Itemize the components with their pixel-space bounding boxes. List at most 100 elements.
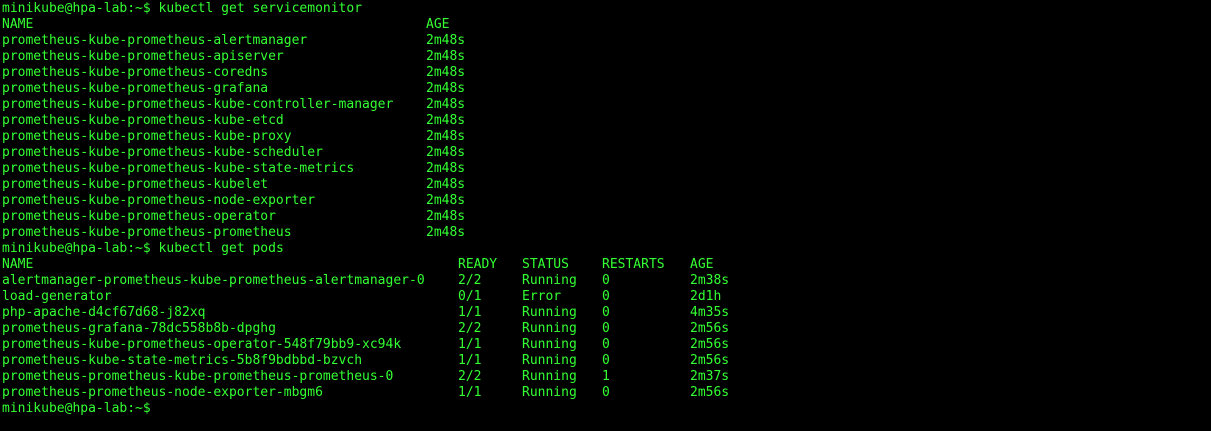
pod-restarts: 0	[602, 273, 610, 288]
servicemonitor-row: prometheus-kube-prometheus-grafana 2m48s	[2, 81, 1211, 97]
pod-age: 2m37s	[690, 369, 730, 384]
pod-name: alertmanager-prometheus-kube-prometheus-…	[2, 273, 425, 288]
pod-name: prometheus-kube-state-metrics-5b8f9bdbbd…	[2, 353, 363, 368]
servicemonitor-name: prometheus-kube-prometheus-kube-state-me…	[2, 161, 355, 176]
servicemonitor-age: 2m48s	[426, 49, 466, 64]
column-header-restarts: RESTARTS	[602, 257, 665, 272]
pod-name: prometheus-kube-prometheus-operator-548f…	[2, 337, 402, 352]
servicemonitor-row: prometheus-kube-prometheus-kube-controll…	[2, 97, 1211, 113]
pod-age: 2d1h	[690, 289, 722, 304]
command-text: kubectl get pods	[158, 241, 284, 256]
servicemonitor-row: prometheus-kube-prometheus-alertmanager 2…	[2, 33, 1211, 49]
servicemonitor-row: prometheus-kube-prometheus-operator 2m48s	[2, 209, 1211, 225]
pod-row: load-generator 0/1 Error 0 2d1h	[2, 289, 1211, 305]
column-header-name: NAME	[2, 257, 34, 272]
servicemonitor-age: 2m48s	[426, 193, 466, 208]
pod-status: Running	[522, 369, 577, 384]
terminal-window[interactable]: minikube@hpa-lab:~$ kubectl get servicem…	[0, 0, 1211, 431]
shell-prompt: minikube@hpa-lab:~$	[2, 401, 151, 416]
command-line-servicemonitor: minikube@hpa-lab:~$ kubectl get servicem…	[2, 1, 1211, 17]
pod-restarts: 0	[602, 289, 610, 304]
pod-name: load-generator	[2, 289, 112, 304]
servicemonitor-row: prometheus-kube-prometheus-kube-proxy 2m4…	[2, 129, 1211, 145]
servicemonitor-name: prometheus-kube-prometheus-alertmanager	[2, 33, 308, 48]
servicemonitor-age: 2m48s	[426, 33, 466, 48]
servicemonitor-name: prometheus-kube-prometheus-kube-proxy	[2, 129, 292, 144]
column-header-status: STATUS	[522, 257, 569, 272]
column-header-ready: READY	[458, 257, 498, 272]
pod-row: prometheus-grafana-78dc558b8b-dpghg 2/2 Ru…	[2, 321, 1211, 337]
servicemonitor-age: 2m48s	[426, 145, 466, 160]
servicemonitor-age: 2m48s	[426, 65, 466, 80]
pod-restarts: 1	[602, 369, 610, 384]
pod-status: Running	[522, 353, 577, 368]
column-header-age: AGE	[690, 257, 714, 272]
servicemonitor-name: prometheus-kube-prometheus-kubelet	[2, 177, 269, 192]
servicemonitor-name: prometheus-kube-prometheus-node-exporter	[2, 193, 316, 208]
pod-restarts: 0	[602, 305, 610, 320]
pod-restarts: 0	[602, 321, 610, 336]
column-header-name: NAME	[2, 17, 34, 32]
pod-ready: 1/1	[458, 353, 482, 368]
servicemonitor-row: prometheus-kube-prometheus-node-exporter…	[2, 193, 1211, 209]
pod-status: Running	[522, 337, 577, 352]
command-line-pods: minikube@hpa-lab:~$ kubectl get pods	[2, 241, 1211, 257]
pod-status: Running	[522, 305, 577, 320]
pods-header-row: NAME READY STATUS RESTARTS AGE	[2, 257, 1211, 273]
servicemonitor-name: prometheus-kube-prometheus-kube-schedule…	[2, 145, 323, 160]
servicemonitor-name: prometheus-kube-prometheus-apiserver	[2, 49, 284, 64]
command-text: kubectl get servicemonitor	[158, 1, 363, 16]
pod-status: Error	[522, 289, 562, 304]
servicemonitor-age: 2m48s	[426, 225, 466, 240]
pod-status: Running	[522, 321, 577, 336]
pod-status: Running	[522, 385, 577, 400]
pod-age: 2m56s	[690, 353, 730, 368]
column-header-age: AGE	[426, 17, 450, 32]
pod-name: prometheus-prometheus-node-exporter-mbgm…	[2, 385, 323, 400]
servicemonitor-row: prometheus-kube-prometheus-kube-schedule…	[2, 145, 1211, 161]
command-line-current[interactable]: minikube@hpa-lab:~$	[2, 401, 1211, 417]
pod-restarts: 0	[602, 385, 610, 400]
servicemonitor-age: 2m48s	[426, 81, 466, 96]
pod-age: 2m38s	[690, 273, 730, 288]
servicemonitor-age: 2m48s	[426, 97, 466, 112]
servicemonitor-name: prometheus-kube-prometheus-operator	[2, 209, 276, 224]
pod-status: Running	[522, 273, 577, 288]
servicemonitor-name: prometheus-kube-prometheus-grafana	[2, 81, 269, 96]
pod-row: alertmanager-prometheus-kube-prometheus-…	[2, 273, 1211, 289]
pod-ready: 2/2	[458, 369, 482, 384]
pod-ready: 2/2	[458, 273, 482, 288]
pod-row: prometheus-prometheus-node-exporter-mbgm…	[2, 385, 1211, 401]
servicemonitor-name: prometheus-kube-prometheus-kube-etcd	[2, 113, 284, 128]
pod-row: php-apache-d4cf67d68-j82xq 1/1 Running 0 4m3…	[2, 305, 1211, 321]
servicemonitor-name: prometheus-kube-prometheus-coredns	[2, 65, 269, 80]
servicemonitor-age: 2m48s	[426, 177, 466, 192]
servicemonitor-row: prometheus-kube-prometheus-kube-etcd 2m48…	[2, 113, 1211, 129]
pod-name: php-apache-d4cf67d68-j82xq	[2, 305, 206, 320]
servicemonitor-age: 2m48s	[426, 161, 466, 176]
pod-ready: 1/1	[458, 385, 482, 400]
pod-row: prometheus-prometheus-kube-prometheus-pr…	[2, 369, 1211, 385]
servicemonitor-name: prometheus-kube-prometheus-kube-controll…	[2, 97, 394, 112]
servicemonitor-header-row: NAME AGE	[2, 17, 1211, 33]
pod-row: prometheus-kube-prometheus-operator-548f…	[2, 337, 1211, 353]
text-cursor	[161, 402, 169, 416]
servicemonitor-row: prometheus-kube-prometheus-prometheus 2m4…	[2, 225, 1211, 241]
pod-restarts: 0	[602, 337, 610, 352]
servicemonitor-row: prometheus-kube-prometheus-kubelet 2m48s	[2, 177, 1211, 193]
servicemonitor-age: 2m48s	[426, 209, 466, 224]
pod-age: 2m56s	[690, 337, 730, 352]
pod-age: 2m56s	[690, 321, 730, 336]
pod-row: prometheus-kube-state-metrics-5b8f9bdbbd…	[2, 353, 1211, 369]
pod-ready: 0/1	[458, 289, 482, 304]
pod-ready: 2/2	[458, 321, 482, 336]
pod-ready: 1/1	[458, 305, 482, 320]
pod-age: 2m56s	[690, 385, 730, 400]
servicemonitor-row: prometheus-kube-prometheus-apiserver 2m48…	[2, 49, 1211, 65]
pod-name: prometheus-grafana-78dc558b8b-dpghg	[2, 321, 276, 336]
servicemonitor-age: 2m48s	[426, 129, 466, 144]
pod-name: prometheus-prometheus-kube-prometheus-pr…	[2, 369, 394, 384]
pod-ready: 1/1	[458, 337, 482, 352]
servicemonitor-row: prometheus-kube-prometheus-kube-state-me…	[2, 161, 1211, 177]
pod-restarts: 0	[602, 353, 610, 368]
